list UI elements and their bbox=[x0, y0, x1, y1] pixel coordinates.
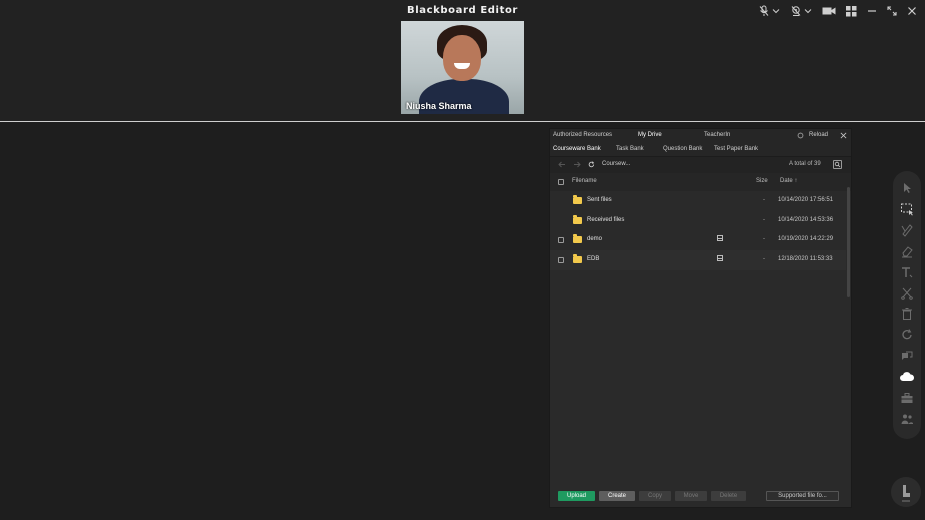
file-date: 10/14/2020 14:53:36 bbox=[778, 217, 834, 223]
select-all-checkbox[interactable] bbox=[558, 179, 564, 185]
people-icon[interactable] bbox=[900, 412, 914, 426]
reload-button[interactable]: Reload bbox=[809, 132, 828, 138]
move-button[interactable]: Move bbox=[675, 491, 707, 501]
subtab-question-bank[interactable]: Question Bank bbox=[663, 146, 702, 152]
create-button[interactable]: Create bbox=[599, 491, 635, 501]
search-icon[interactable] bbox=[833, 160, 842, 169]
file-name: EDB bbox=[587, 256, 600, 262]
chevron-down-icon[interactable] bbox=[804, 7, 812, 15]
grid-icon[interactable] bbox=[846, 5, 857, 17]
column-filename[interactable]: Filename bbox=[572, 178, 597, 184]
breadcrumb[interactable]: Coursew... bbox=[602, 161, 630, 167]
pen-icon[interactable] bbox=[900, 223, 914, 237]
window-controls bbox=[758, 4, 917, 18]
subtab-courseware-bank[interactable]: Courseware Bank bbox=[553, 146, 601, 152]
folder-icon bbox=[573, 195, 582, 204]
panel-close-icon[interactable] bbox=[840, 132, 847, 141]
folder-icon bbox=[573, 215, 582, 224]
eraser-icon[interactable] bbox=[900, 244, 914, 258]
row-checkbox[interactable] bbox=[558, 257, 564, 263]
tool-sidebar bbox=[893, 171, 921, 439]
pointer-icon[interactable] bbox=[900, 181, 914, 195]
cloud-drive-panel: Authorized Resources My Drive TeacherIn … bbox=[549, 128, 852, 508]
raise-hand-button[interactable] bbox=[891, 477, 921, 507]
file-size: - bbox=[763, 256, 765, 262]
folder-icon bbox=[573, 234, 582, 243]
folder-icon bbox=[573, 254, 582, 263]
participant-video[interactable]: Niusha Sharma bbox=[401, 21, 524, 114]
reload-icon[interactable] bbox=[797, 132, 804, 141]
text-icon[interactable] bbox=[900, 265, 914, 279]
stage-divider bbox=[0, 121, 925, 122]
list-item[interactable]: Received files - 10/14/2020 14:53:36 bbox=[550, 211, 846, 231]
list-scrollbar[interactable] bbox=[847, 187, 850, 297]
camera-icon[interactable] bbox=[790, 5, 812, 17]
list-item[interactable]: EDB - 12/18/2020 11:53:33 bbox=[550, 250, 846, 270]
chat-icon[interactable] bbox=[900, 349, 914, 363]
back-arrow-icon[interactable] bbox=[558, 161, 566, 170]
selection-icon[interactable] bbox=[900, 202, 914, 216]
file-date: 10/14/2020 17:56:51 bbox=[778, 197, 834, 203]
file-size: - bbox=[763, 197, 765, 203]
tab-my-drive[interactable]: My Drive bbox=[638, 132, 662, 138]
cloud-icon[interactable] bbox=[900, 370, 915, 384]
copy-button[interactable]: Copy bbox=[639, 491, 671, 501]
tab-teacherin[interactable]: TeacherIn bbox=[704, 132, 730, 138]
file-date: 10/19/2020 14:22:29 bbox=[778, 236, 834, 242]
maximize-icon[interactable] bbox=[887, 6, 897, 16]
subtab-test-paper-bank[interactable]: Test Paper Bank bbox=[714, 146, 758, 152]
file-size: - bbox=[763, 236, 765, 242]
list-header: Filename Size Date ↑ bbox=[550, 173, 851, 191]
mic-muted-icon[interactable] bbox=[758, 5, 780, 17]
close-icon[interactable] bbox=[907, 6, 917, 16]
scissors-icon[interactable] bbox=[900, 286, 914, 300]
upload-button[interactable]: Upload bbox=[558, 491, 595, 501]
toolbox-icon[interactable] bbox=[900, 391, 914, 405]
list-item[interactable]: demo - 10/19/2020 14:22:29 bbox=[550, 230, 846, 250]
tab-authorized-resources[interactable]: Authorized Resources bbox=[553, 132, 612, 138]
file-name: Received files bbox=[587, 217, 625, 223]
column-date[interactable]: Date ↑ bbox=[780, 178, 797, 184]
panel-subtabs: Courseware Bank Task Bank Question Bank … bbox=[550, 143, 851, 157]
list-item[interactable]: Sent files - 10/14/2020 17:56:51 bbox=[550, 191, 846, 211]
total-count: A total of 39 bbox=[789, 161, 821, 167]
video-icon[interactable] bbox=[822, 6, 836, 16]
share-icon[interactable] bbox=[717, 235, 723, 241]
trash-icon[interactable] bbox=[900, 307, 914, 321]
column-size[interactable]: Size bbox=[756, 178, 768, 184]
refresh-icon[interactable] bbox=[900, 328, 914, 342]
path-bar: Coursew... A total of 39 bbox=[550, 157, 851, 173]
file-name: Sent files bbox=[587, 197, 612, 203]
row-checkbox[interactable] bbox=[558, 237, 564, 243]
participant-face bbox=[443, 35, 481, 81]
supported-formats-button[interactable]: Supported file fo... bbox=[766, 491, 839, 501]
refresh-icon[interactable] bbox=[588, 161, 595, 170]
minimize-icon[interactable] bbox=[867, 6, 877, 16]
subtab-task-bank[interactable]: Task Bank bbox=[616, 146, 644, 152]
file-date: 12/18/2020 11:53:33 bbox=[778, 256, 833, 262]
delete-button[interactable]: Delete bbox=[711, 491, 746, 501]
participant-name: Niusha Sharma bbox=[406, 101, 472, 111]
file-size: - bbox=[763, 217, 765, 223]
panel-tabs: Authorized Resources My Drive TeacherIn … bbox=[550, 129, 851, 143]
share-icon[interactable] bbox=[717, 255, 723, 261]
forward-arrow-icon[interactable] bbox=[573, 161, 581, 170]
chevron-down-icon[interactable] bbox=[772, 7, 780, 15]
file-name: demo bbox=[587, 236, 603, 242]
raise-hand-icon bbox=[902, 485, 910, 502]
